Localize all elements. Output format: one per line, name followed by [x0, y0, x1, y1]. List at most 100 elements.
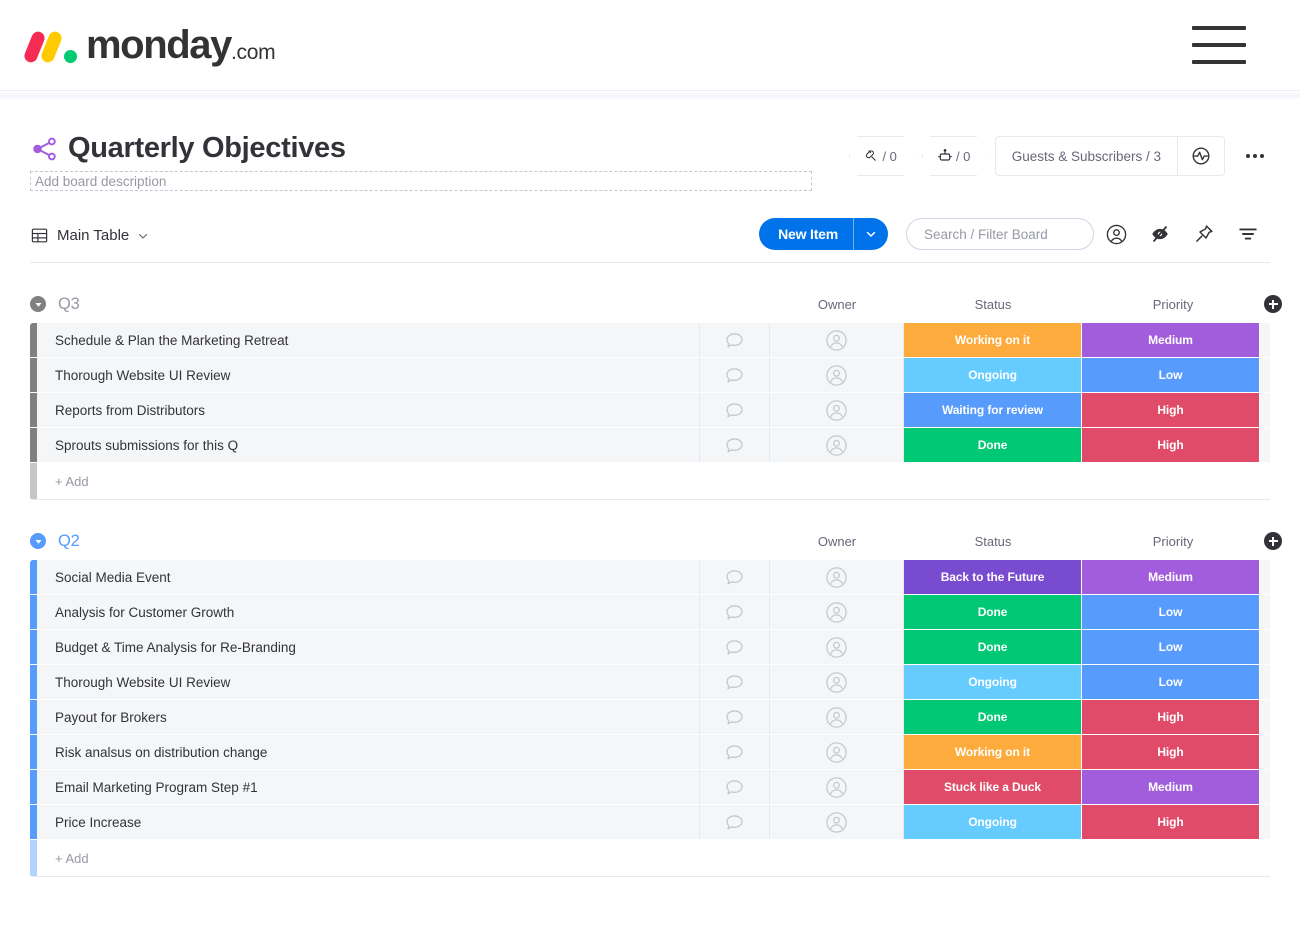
filter-icon[interactable]: [1226, 217, 1270, 251]
priority-cell[interactable]: High: [1082, 428, 1260, 462]
item-name[interactable]: Analysis for Customer Growth: [37, 595, 700, 629]
item-updates-cell[interactable]: [700, 700, 770, 734]
status-cell[interactable]: Back to the Future: [904, 560, 1082, 594]
column-header-owner[interactable]: Owner: [770, 534, 904, 549]
owner-cell[interactable]: [770, 630, 904, 664]
column-header-priority[interactable]: Priority: [1084, 534, 1262, 549]
owner-cell[interactable]: [770, 393, 904, 427]
item-name[interactable]: Thorough Website UI Review: [37, 665, 700, 699]
empty-cell[interactable]: [1260, 428, 1270, 462]
person-avatar-icon[interactable]: [825, 741, 848, 764]
item-updates-cell[interactable]: [700, 428, 770, 462]
item-updates-cell[interactable]: [700, 805, 770, 839]
person-filter-icon[interactable]: [1094, 217, 1138, 251]
chat-bubble-icon[interactable]: [724, 400, 745, 421]
priority-cell[interactable]: Low: [1082, 595, 1260, 629]
automations-badge[interactable]: / 0: [921, 136, 986, 176]
add-item-label[interactable]: + Add: [37, 840, 1270, 876]
person-avatar-icon[interactable]: [825, 671, 848, 694]
hamburger-menu-icon[interactable]: [1192, 26, 1246, 64]
person-avatar-icon[interactable]: [825, 566, 848, 589]
add-item-row[interactable]: + Add: [30, 840, 1270, 877]
owner-cell[interactable]: [770, 595, 904, 629]
item-name[interactable]: Social Media Event: [37, 560, 700, 594]
owner-cell[interactable]: [770, 323, 904, 357]
owner-cell[interactable]: [770, 770, 904, 804]
chat-bubble-icon[interactable]: [724, 435, 745, 456]
collapse-arrow-icon[interactable]: [30, 533, 46, 549]
search-input[interactable]: [924, 226, 1076, 242]
owner-cell[interactable]: [770, 428, 904, 462]
priority-cell[interactable]: Low: [1082, 358, 1260, 392]
item-name[interactable]: Email Marketing Program Step #1: [37, 770, 700, 804]
activity-log-icon[interactable]: [1178, 145, 1224, 167]
table-row[interactable]: Analysis for Customer Growth Done Low: [30, 595, 1270, 630]
search-filter-box[interactable]: [906, 218, 1094, 250]
owner-cell[interactable]: [770, 560, 904, 594]
table-row[interactable]: Thorough Website UI Review Ongoing Low: [30, 358, 1270, 393]
priority-cell[interactable]: High: [1082, 805, 1260, 839]
item-updates-cell[interactable]: [700, 595, 770, 629]
status-cell[interactable]: Ongoing: [904, 358, 1082, 392]
column-header-priority[interactable]: Priority: [1084, 297, 1262, 312]
item-updates-cell[interactable]: [700, 358, 770, 392]
item-name[interactable]: Sprouts submissions for this Q: [37, 428, 700, 462]
group-title[interactable]: Q3: [58, 295, 80, 314]
add-item-label[interactable]: + Add: [37, 463, 1270, 499]
status-cell[interactable]: Ongoing: [904, 805, 1082, 839]
table-row[interactable]: Social Media Event Back to the Future Medi…: [30, 560, 1270, 595]
owner-cell[interactable]: [770, 665, 904, 699]
owner-cell[interactable]: [770, 700, 904, 734]
priority-cell[interactable]: High: [1082, 393, 1260, 427]
table-row[interactable]: Budget & Time Analysis for Re-Branding Do…: [30, 630, 1270, 665]
priority-cell[interactable]: High: [1082, 700, 1260, 734]
column-header-owner[interactable]: Owner: [770, 297, 904, 312]
page-title[interactable]: Quarterly Objectives: [68, 132, 346, 165]
new-item-button[interactable]: New Item: [759, 218, 888, 250]
priority-cell[interactable]: Low: [1082, 630, 1260, 664]
status-cell[interactable]: Done: [904, 700, 1082, 734]
hide-eye-off-icon[interactable]: [1138, 217, 1182, 251]
chat-bubble-icon[interactable]: [724, 707, 745, 728]
priority-cell[interactable]: High: [1082, 735, 1260, 769]
owner-cell[interactable]: [770, 735, 904, 769]
table-row[interactable]: Reports from Distributors Waiting for rev…: [30, 393, 1270, 428]
item-name[interactable]: Reports from Distributors: [37, 393, 700, 427]
priority-cell[interactable]: Medium: [1082, 770, 1260, 804]
table-row[interactable]: Sprouts submissions for this Q Done High: [30, 428, 1270, 463]
empty-cell[interactable]: [1260, 595, 1270, 629]
empty-cell[interactable]: [1260, 560, 1270, 594]
table-row[interactable]: Schedule & Plan the Marketing Retreat Wor…: [30, 323, 1270, 358]
item-updates-cell[interactable]: [700, 560, 770, 594]
table-row[interactable]: Price Increase Ongoing High: [30, 805, 1270, 840]
person-avatar-icon[interactable]: [825, 364, 848, 387]
status-cell[interactable]: Working on it: [904, 323, 1082, 357]
empty-cell[interactable]: [1260, 735, 1270, 769]
chat-bubble-icon[interactable]: [724, 330, 745, 351]
chat-bubble-icon[interactable]: [724, 812, 745, 833]
priority-cell[interactable]: Medium: [1082, 323, 1260, 357]
add-item-row[interactable]: + Add: [30, 463, 1270, 500]
board-description-input[interactable]: Add board description: [30, 171, 812, 191]
item-name[interactable]: Risk analsus on distribution change: [37, 735, 700, 769]
pin-icon[interactable]: [1182, 217, 1226, 251]
chat-bubble-icon[interactable]: [724, 365, 745, 386]
status-cell[interactable]: Waiting for review: [904, 393, 1082, 427]
person-avatar-icon[interactable]: [825, 811, 848, 834]
empty-cell[interactable]: [1260, 700, 1270, 734]
item-updates-cell[interactable]: [700, 735, 770, 769]
chat-bubble-icon[interactable]: [724, 777, 745, 798]
owner-cell[interactable]: [770, 358, 904, 392]
column-header-status[interactable]: Status: [904, 297, 1082, 312]
item-name[interactable]: Thorough Website UI Review: [37, 358, 700, 392]
tab-main-table[interactable]: Main Table: [30, 226, 149, 245]
person-avatar-icon[interactable]: [825, 434, 848, 457]
chat-bubble-icon[interactable]: [724, 637, 745, 658]
item-updates-cell[interactable]: [700, 630, 770, 664]
table-row[interactable]: Payout for Brokers Done High: [30, 700, 1270, 735]
chat-bubble-icon[interactable]: [724, 602, 745, 623]
status-cell[interactable]: Done: [904, 630, 1082, 664]
more-options-icon[interactable]: [1240, 141, 1270, 171]
person-avatar-icon[interactable]: [825, 706, 848, 729]
empty-cell[interactable]: [1260, 665, 1270, 699]
